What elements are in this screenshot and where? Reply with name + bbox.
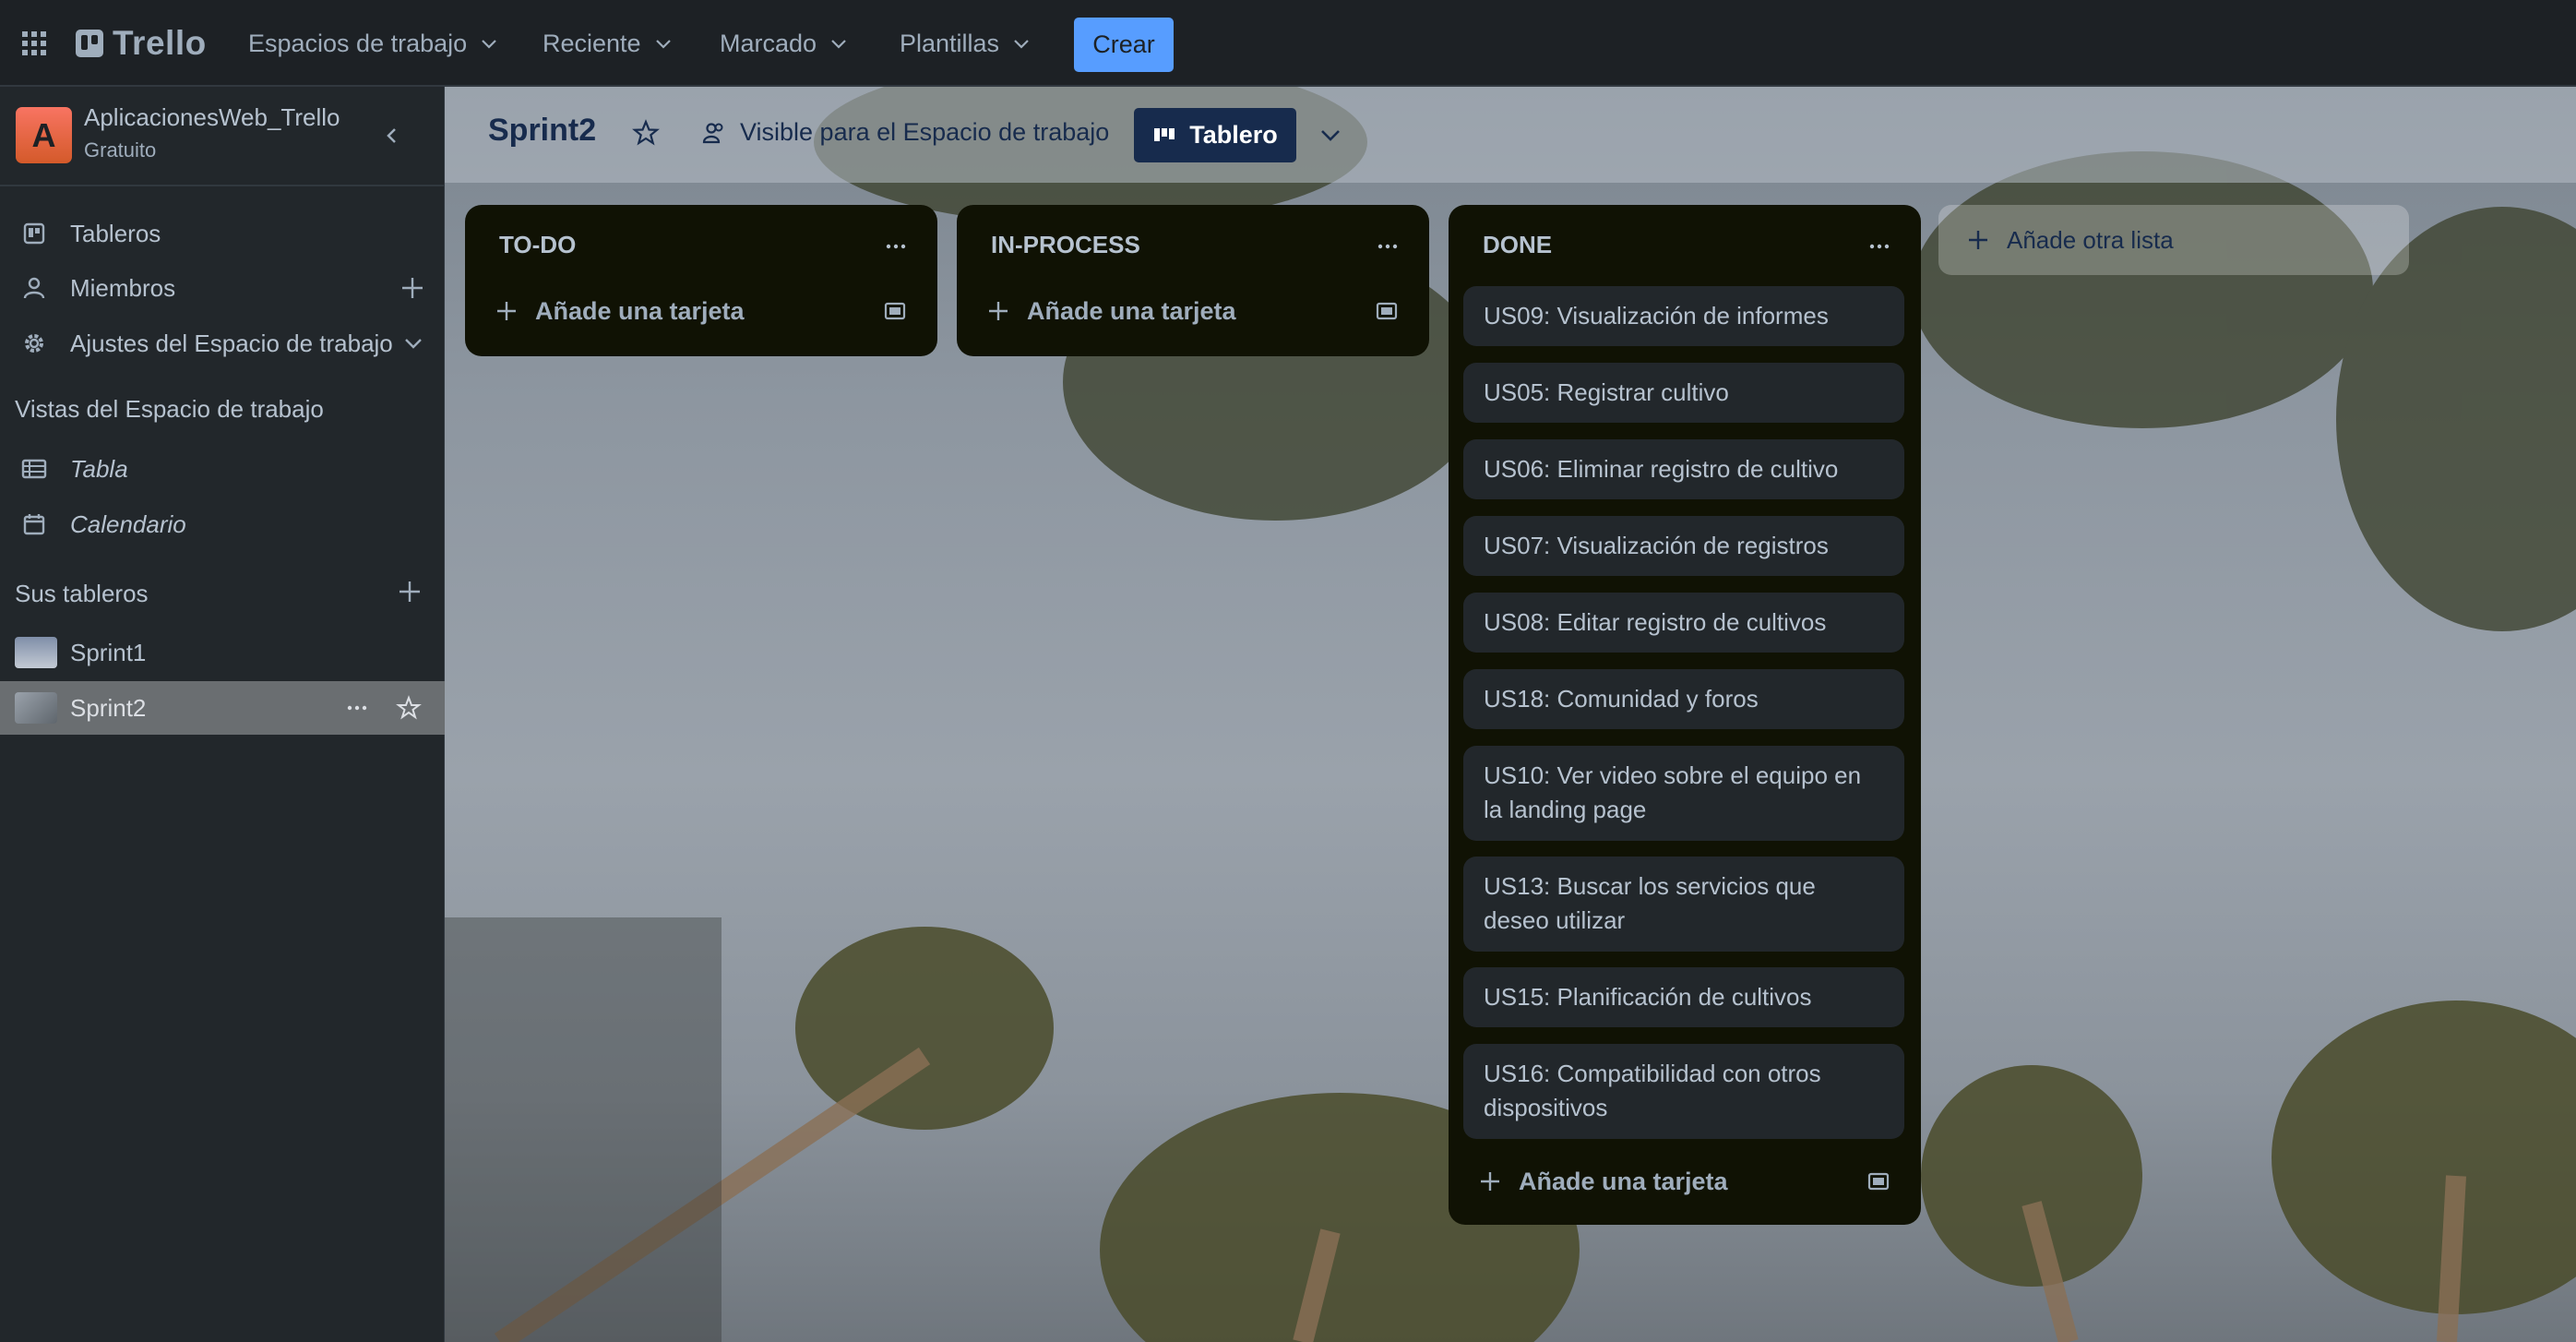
card[interactable]: US15: Planificación de cultivos: [1463, 967, 1904, 1027]
sidebar-board-sprint1[interactable]: Sprint1: [0, 626, 445, 679]
list-title[interactable]: DONE: [1483, 231, 1552, 259]
sidebar-board-sprint2[interactable]: Sprint2: [0, 681, 445, 735]
menu-templates[interactable]: Plantillas: [900, 22, 1031, 65]
menu-starred-label: Marcado: [720, 29, 817, 57]
calendar-icon: [23, 514, 45, 535]
card[interactable]: US10: Ver video sobre el equipo en la la…: [1463, 746, 1904, 841]
chevron-down-icon: [1014, 40, 1029, 49]
card[interactable]: US06: Eliminar registro de cultivo: [1463, 439, 1904, 499]
chevron-left-icon: [387, 128, 396, 143]
chevron-down-icon: [831, 40, 846, 49]
chevron-down-icon[interactable]: [1316, 120, 1345, 150]
add-member-plus-icon[interactable]: [399, 274, 426, 302]
card[interactable]: US09: Visualización de informes: [1463, 286, 1904, 346]
add-card-label: Añade una tarjeta: [1027, 296, 1236, 325]
chevron-down-icon: [655, 40, 671, 49]
plus-icon: [497, 302, 516, 320]
board-view-icon: [1154, 127, 1175, 141]
menu-templates-label: Plantillas: [900, 29, 1000, 57]
menu-recent-label: Reciente: [543, 29, 641, 57]
create-button[interactable]: Crear: [1074, 18, 1174, 72]
sidebar-item-members[interactable]: Miembros: [0, 261, 445, 315]
card[interactable]: US08: Editar registro de cultivos: [1463, 593, 1904, 653]
gear-icon: [25, 334, 43, 353]
sidebar-item-members-label: Miembros: [70, 273, 176, 302]
sidebar-item-boards-label: Tableros: [70, 219, 161, 247]
visibility-label: Visible para el Espacio de trabajo: [740, 118, 1110, 146]
card[interactable]: US05: Registrar cultivo: [1463, 363, 1904, 423]
workspace-header: A AplicacionesWeb_Trello Gratuito: [0, 87, 445, 186]
card-template-icon[interactable]: [882, 298, 908, 324]
people-icon: [702, 122, 723, 143]
sidebar: A AplicacionesWeb_Trello Gratuito Tabler…: [0, 87, 445, 1342]
card[interactable]: US07: Visualización de registros: [1463, 516, 1904, 576]
list-done: DONE US09: Visualización de informes US0…: [1449, 205, 1921, 1225]
star-icon[interactable]: [395, 694, 423, 722]
board-view-label: Tablero: [1189, 121, 1278, 149]
sidebar-item-calendar-label: Calendario: [70, 509, 186, 538]
plus-icon: [1969, 231, 1987, 249]
menu-workspaces-label: Espacios de trabajo: [248, 29, 468, 57]
list-in-process: IN-PROCESS Añade una tarjeta: [957, 205, 1429, 356]
list-menu-icon[interactable]: [882, 233, 910, 260]
table-icon: [21, 459, 47, 479]
add-list-label: Añade otra lista: [2007, 225, 2174, 254]
top-navigation-bar: Trello Espacios de trabajo Reciente Marc…: [0, 0, 2576, 87]
chevron-down-icon: [405, 339, 422, 349]
person-icon: [23, 277, 45, 299]
collapse-sidebar-button[interactable]: [378, 122, 406, 150]
sidebar-item-boards[interactable]: Tableros: [0, 207, 445, 260]
board-thumbnail: [15, 637, 57, 668]
card-template-icon[interactable]: [1866, 1168, 1891, 1194]
add-card-label: Añade una tarjeta: [1519, 1167, 1728, 1195]
sidebar-item-settings[interactable]: Ajustes del Espacio de trabajo: [0, 317, 445, 370]
menu-workspaces[interactable]: Espacios de trabajo: [248, 22, 498, 65]
board-header: Sprint2 Visible para el Espacio de traba…: [445, 87, 2576, 183]
chevron-down-icon: [482, 40, 496, 49]
card[interactable]: US16: Compatibilidad con otros dispositi…: [1463, 1044, 1904, 1139]
sidebar-board-sprint1-label: Sprint1: [70, 638, 147, 666]
sidebar-board-sprint2-label: Sprint2: [70, 693, 147, 722]
add-card-button[interactable]: Añade una tarjeta: [495, 288, 745, 334]
workspace-avatar[interactable]: A: [16, 107, 72, 163]
workspace-plan: Gratuito: [84, 138, 157, 162]
list-menu-icon[interactable]: [1866, 233, 1893, 260]
list-title[interactable]: IN-PROCESS: [991, 231, 1140, 259]
star-icon[interactable]: [631, 118, 661, 148]
more-options-icon[interactable]: [343, 694, 371, 722]
app-switcher-icon[interactable]: [20, 30, 48, 57]
sidebar-item-settings-label: Ajustes del Espacio de trabajo: [70, 329, 393, 357]
add-card-button[interactable]: Añade una tarjeta: [986, 288, 1236, 334]
card[interactable]: US18: Comunidad y foros: [1463, 669, 1904, 729]
your-boards-heading: Sus tableros: [15, 580, 149, 607]
add-list-button[interactable]: Añade otra lista: [1938, 205, 2409, 275]
workspace-name[interactable]: AplicacionesWeb_Trello: [84, 103, 340, 132]
board-thumbnail: [15, 692, 57, 724]
add-card-button[interactable]: Añade una tarjeta: [1478, 1158, 1728, 1204]
sidebar-item-table-label: Tabla: [70, 454, 128, 483]
trello-logo[interactable]: Trello: [76, 24, 207, 63]
menu-starred[interactable]: Marcado: [720, 22, 848, 65]
menu-recent[interactable]: Reciente: [543, 22, 673, 65]
plus-icon: [1481, 1172, 1499, 1191]
trello-logo-icon: [76, 30, 103, 57]
board-icon: [23, 222, 45, 245]
list-todo: TO-DO Añade una tarjeta: [465, 205, 937, 356]
card-template-icon[interactable]: [1374, 298, 1400, 324]
list-menu-icon[interactable]: [1374, 233, 1401, 260]
visibility-button[interactable]: Visible para el Espacio de trabajo: [701, 118, 1109, 147]
plus-icon: [989, 302, 1008, 320]
list-title[interactable]: TO-DO: [499, 231, 576, 259]
board-view-button[interactable]: Tablero: [1134, 108, 1296, 162]
sidebar-item-calendar-view[interactable]: Calendario: [0, 497, 445, 551]
board-title[interactable]: Sprint2: [488, 113, 596, 149]
card[interactable]: US13: Buscar los servicios que deseo uti…: [1463, 857, 1904, 952]
add-board-plus-icon[interactable]: [396, 578, 423, 605]
trello-logo-text: Trello: [113, 24, 207, 62]
workspace-views-heading: Vistas del Espacio de trabajo: [15, 395, 324, 423]
sidebar-item-table-view[interactable]: Tabla: [0, 442, 445, 496]
add-card-label: Añade una tarjeta: [535, 296, 745, 325]
board-canvas: Sprint2 Visible para el Espacio de traba…: [445, 87, 2576, 1342]
